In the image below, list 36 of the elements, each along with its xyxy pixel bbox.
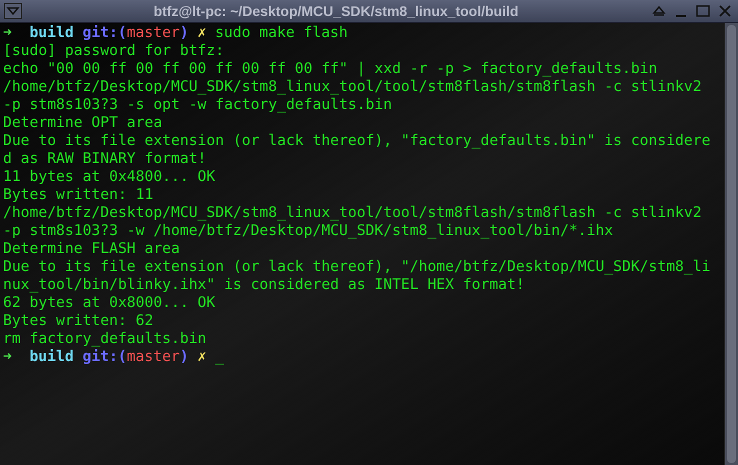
- git-label-close: ): [180, 348, 189, 366]
- directory-name: build: [29, 24, 74, 42]
- output-line: -p stm8s103?3 -s opt -w factory_defaults.bin: [3, 96, 392, 114]
- scrollbar[interactable]: [724, 23, 738, 465]
- dirty-mark: ✗: [197, 348, 206, 366]
- output-line: Bytes written: 11: [3, 186, 154, 204]
- git-label-close: ): [180, 24, 189, 42]
- output-line: Determine OPT area: [3, 114, 162, 132]
- output-line: rm factory_defaults.bin: [3, 330, 206, 348]
- git-label: git:(: [82, 24, 127, 42]
- output-line: echo "00 00 ff 00 ff 00 ff 00 ff 00 ff" | xxd -r -p > factory_defaults.bin: [3, 60, 658, 78]
- output-line: /home/btfz/Desktop/MCU_SDK/stm8_linux_tool/tool/stm8flash/stm8flash -c stlinkv2: [3, 78, 702, 96]
- maximize-icon[interactable]: [694, 3, 712, 19]
- branch-name: master: [126, 348, 180, 366]
- git-label: git:(: [82, 348, 127, 366]
- output-line: 62 bytes at 0x8000... OK: [3, 294, 216, 312]
- output-line: [sudo] password for btfz:: [3, 42, 224, 60]
- output-line: Due to its file extension (or lack thereof), "factory_defaults.bin" is considere: [3, 132, 710, 150]
- prompt-arrow: ➜: [3, 24, 12, 42]
- output-line: /home/btfz/Desktop/MCU_SDK/stm8_linux_tool/tool/stm8flash/stm8flash -c stlinkv2: [3, 204, 702, 222]
- directory-name: build: [29, 348, 74, 366]
- dirty-mark: ✗: [197, 24, 206, 42]
- shade-icon[interactable]: [650, 3, 668, 19]
- output-line: Due to its file extension (or lack thereof), "/home/btfz/Desktop/MCU_SDK/stm8_li: [3, 258, 710, 276]
- cursor: _: [215, 348, 224, 366]
- command-text: sudo make flash: [215, 24, 348, 42]
- output-line: nux_tool/bin/blinky.ihx" is considered as INTEL HEX format!: [3, 276, 525, 294]
- output-line: -p stm8s103?3 -w /home/btfz/Desktop/MCU_SDK/stm8_linux_tool/bin/*.ihx: [3, 222, 614, 240]
- output-line: d as RAW BINARY format!: [3, 150, 206, 168]
- prompt-arrow: ➜: [3, 348, 12, 366]
- output-line: Determine FLASH area: [3, 240, 180, 258]
- branch-name: master: [126, 24, 180, 42]
- output-line: 11 bytes at 0x4800... OK: [3, 168, 216, 186]
- window-menu-icon[interactable]: [4, 3, 22, 19]
- window-title: btfz@lt-pc: ~/Desktop/MCU_SDK/stm8_linux_tool/build: [154, 2, 518, 21]
- output-line: Bytes written: 62: [3, 312, 154, 330]
